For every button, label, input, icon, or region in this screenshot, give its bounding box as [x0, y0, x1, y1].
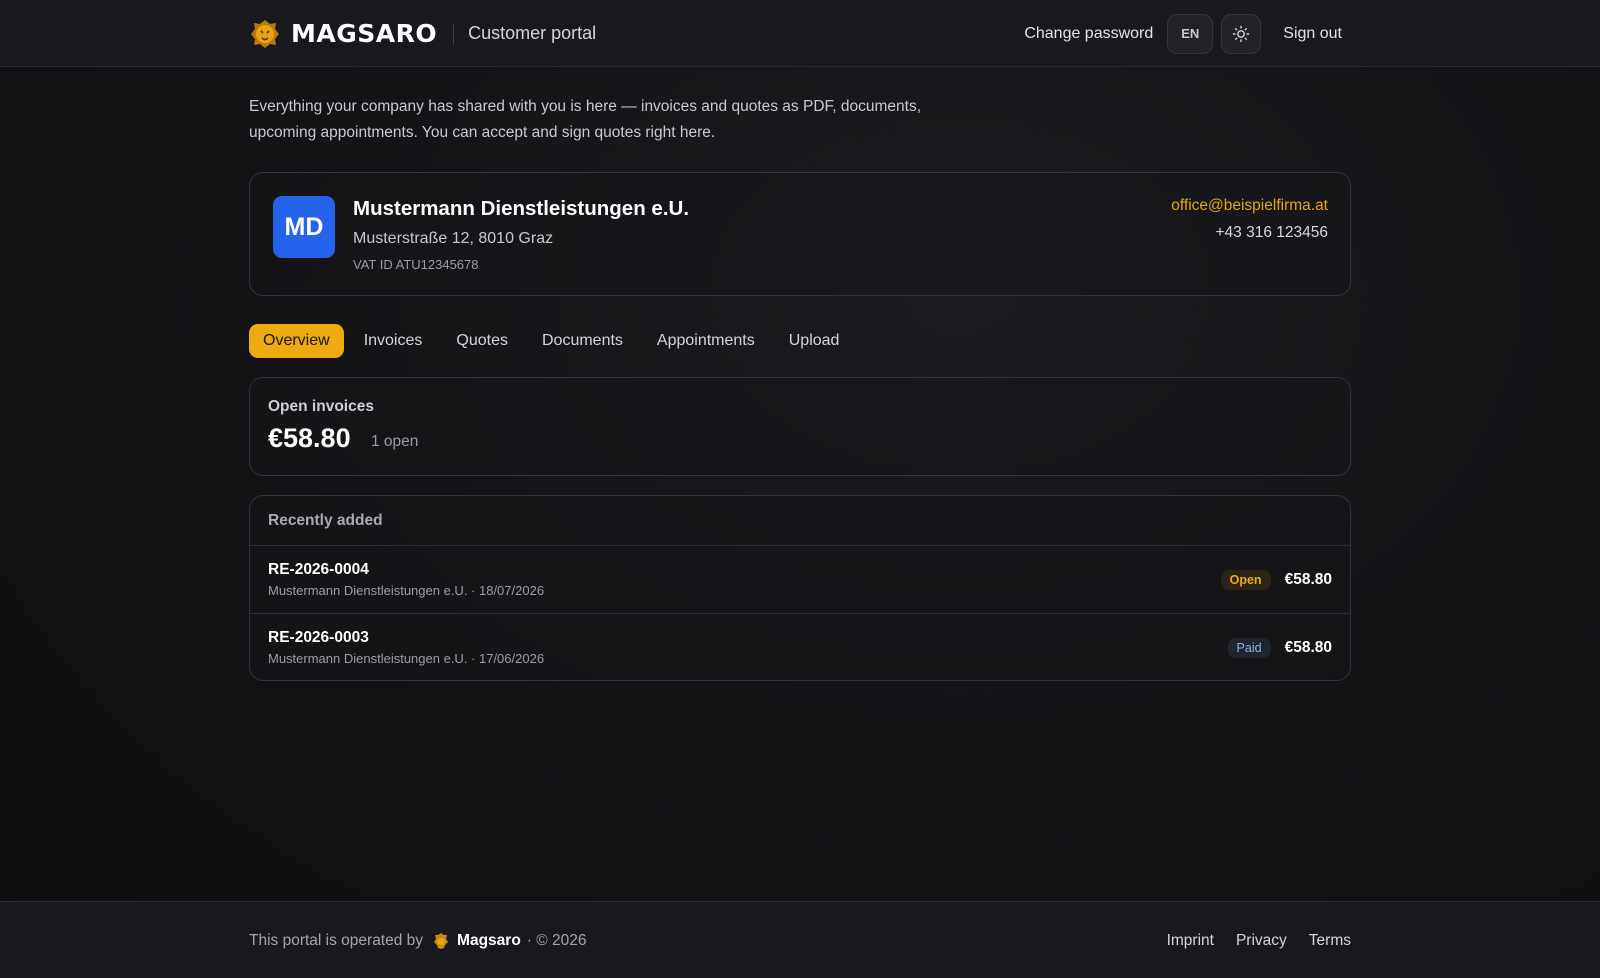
footer-operated-by: This portal is operated by: [249, 931, 424, 949]
tab-appointments[interactable]: Appointments: [657, 324, 755, 358]
brand-name: MAGSARO: [291, 19, 438, 48]
invoice-number: RE-2026-0003: [268, 629, 369, 646]
company-address: Musterstraße 12, 8010 Graz: [353, 230, 554, 247]
sign-out-link[interactable]: Sign out: [1283, 25, 1342, 43]
invoice-meta: Mustermann Dienstleistungen e.U. · 18/07…: [268, 583, 545, 598]
footer-links: Imprint Privacy Terms: [1145, 932, 1351, 950]
language-switch-button[interactable]: EN: [1167, 13, 1214, 54]
tab-invoices[interactable]: Invoices: [364, 324, 423, 358]
company-email-link[interactable]: office@beispielfirma.at: [1171, 197, 1328, 215]
open-invoices-label: Open invoices: [268, 398, 374, 415]
top-bar: MAGSARO Customer portal Change password …: [0, 0, 1600, 67]
status-badge: Open: [1220, 569, 1271, 590]
status-badge: Paid: [1227, 637, 1271, 658]
brand[interactable]: MAGSARO: [249, 18, 437, 50]
footer-copyright: · © 2026: [526, 931, 587, 949]
terms-link[interactable]: Terms: [1309, 932, 1351, 950]
tab-documents[interactable]: Documents: [542, 324, 623, 358]
brand-divider: [453, 22, 455, 45]
open-invoices-amount: €58.80: [268, 423, 351, 453]
lion-head-icon: [434, 932, 449, 949]
tab-quotes[interactable]: Quotes: [456, 324, 508, 358]
theme-toggle-button[interactable]: [1221, 13, 1262, 54]
imprint-link[interactable]: Imprint: [1167, 932, 1214, 950]
section-tabs: Overview Invoices Quotes Documents Appoi…: [249, 323, 873, 359]
company-avatar: MD: [273, 196, 335, 258]
invoice-amount: €58.80: [1284, 638, 1332, 656]
tab-upload[interactable]: Upload: [789, 324, 840, 358]
header-actions: Change password EN Sign out: [1024, 13, 1351, 54]
tab-overview[interactable]: Overview: [249, 324, 344, 358]
lion-head-icon: [251, 19, 279, 48]
recently-added-title: Recently added: [250, 496, 1350, 546]
invoice-number: RE-2026-0004: [268, 561, 369, 578]
intro-text: Everything your company has shared with …: [249, 98, 922, 141]
company-name: Mustermann Dienstleistungen e.U.: [353, 197, 690, 220]
company-vat-id: VAT ID ATU12345678: [353, 257, 479, 272]
privacy-link[interactable]: Privacy: [1236, 932, 1287, 950]
company-card: MD Mustermann Dienstleistungen e.U. Must…: [249, 172, 1351, 296]
open-invoices-card: Open invoices €58.80 1 open: [249, 377, 1351, 476]
change-password-link[interactable]: Change password: [1024, 25, 1153, 43]
company-phone: +43 316 123456: [1215, 224, 1329, 241]
invoice-amount: €58.80: [1284, 570, 1332, 588]
invoice-meta: Mustermann Dienstleistungen e.U. · 17/06…: [268, 651, 545, 666]
list-item[interactable]: RE-2026-0004 Mustermann Dienstleistungen…: [250, 546, 1350, 613]
recently-added-card: Recently added RE-2026-0004 Mustermann D…: [249, 495, 1351, 681]
list-item[interactable]: RE-2026-0003 Mustermann Dienstleistungen…: [250, 613, 1350, 680]
footer: This portal is operated by Magsaro · © 2…: [0, 901, 1600, 978]
portal-label: Customer portal: [468, 23, 597, 43]
footer-brand-link[interactable]: Magsaro: [457, 932, 521, 950]
open-invoices-count: 1 open: [371, 433, 419, 450]
sun-icon: [1233, 25, 1250, 42]
